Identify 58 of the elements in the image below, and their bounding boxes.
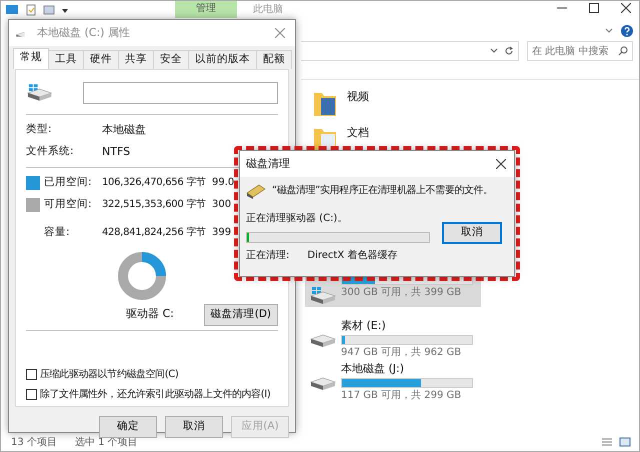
cleanup-message: “磁盘清理”实用程序正在清理机器上不需要的文件。 — [272, 184, 493, 198]
field-label: 类型: — [26, 122, 53, 137]
field-value: 本地磁盘 — [102, 122, 146, 138]
details-view-icon[interactable] — [601, 437, 613, 447]
field-value: DirectX 着色器缓存 — [307, 248, 398, 263]
drive-info: 117 GB 可用，共 299 GB — [341, 388, 462, 402]
close-icon[interactable] — [496, 159, 506, 169]
checkbox-label[interactable]: 压缩此驱动器以节约磁盘空间(C) — [40, 367, 178, 382]
byte-count: 428,841,824,256 字节 — [102, 226, 207, 240]
drive-item[interactable]: 本地磁盘 (J:) 117 GB 可用，共 299 GB — [305, 359, 481, 404]
checkbox[interactable] — [26, 389, 37, 400]
help-icon[interactable] — [621, 25, 633, 37]
disk-cleanup-button[interactable]: 磁盘清理(D) — [204, 304, 278, 326]
cleanup-status: 正在清理驱动器 (C:)。 — [246, 212, 348, 226]
size-value: 99.0 — [212, 176, 234, 190]
dialog-title: 本地磁盘 (C:) 属性 — [37, 24, 130, 41]
field-label: 已用空间: — [44, 174, 92, 190]
tiles-view-icon[interactable] — [619, 437, 631, 447]
dialog-button[interactable]: 确定 — [99, 416, 157, 438]
field-label: 可用空间: — [44, 196, 92, 212]
refresh-icon[interactable] — [504, 46, 514, 56]
name-field[interactable] — [83, 82, 278, 104]
chevron-down-icon[interactable] — [490, 47, 498, 55]
size-value: 399 — [212, 226, 232, 240]
drive-item[interactable]: 素材 (E:) 947 GB 可用，共 962 GB — [305, 316, 481, 362]
drive-name: 本地磁盘 (J:) — [341, 361, 406, 377]
disk-usage-donut — [116, 250, 168, 302]
dialog-button[interactable]: 取消 — [165, 416, 223, 438]
close-icon[interactable] — [621, 3, 631, 13]
folder-name[interactable]: 文档 — [347, 125, 369, 142]
chevron-down-icon[interactable] — [605, 27, 613, 35]
properties-icon[interactable] — [25, 4, 37, 16]
dialog-title: 磁盘清理 — [246, 156, 290, 172]
drive-info: 947 GB 可用，共 962 GB — [341, 346, 462, 360]
folder-name[interactable]: 视频 — [347, 89, 369, 106]
drive-name: 素材 (E:) — [341, 318, 387, 334]
tab[interactable]: 配额 — [256, 50, 292, 69]
item-count: 13 个项目 — [11, 436, 57, 450]
cancel-button[interactable]: 取消 — [442, 222, 502, 244]
tab[interactable]: 常规 — [13, 48, 49, 69]
drive-label: 驱动器 C: — [126, 306, 174, 322]
checkbox[interactable] — [26, 369, 37, 380]
byte-count: 106,326,470,656 字节 — [102, 176, 207, 190]
search-icon[interactable] — [618, 46, 628, 56]
drive-info: 300 GB 可用，共 399 GB — [341, 286, 462, 300]
monitor-icon[interactable] — [5, 4, 19, 16]
field-label: 文件系统: — [26, 144, 75, 159]
checkbox-label[interactable]: 除了文件属性外，还允许索引此驱动器上文件的内容(I) — [40, 387, 270, 402]
folder-icon[interactable] — [43, 4, 55, 16]
window-title: 此电脑 — [253, 2, 283, 17]
field-label: 正在清理: — [246, 248, 290, 263]
context-tab-label: 管理 — [175, 1, 237, 18]
field-label: 容量: — [44, 224, 70, 240]
byte-count: 322,515,353,600 字节 — [102, 198, 207, 212]
size-value: 300 — [212, 198, 232, 212]
maximize-icon[interactable] — [589, 3, 599, 13]
field-value: NTFS — [102, 144, 130, 160]
search-field[interactable]: 在 此电脑 中搜索 — [527, 41, 633, 61]
